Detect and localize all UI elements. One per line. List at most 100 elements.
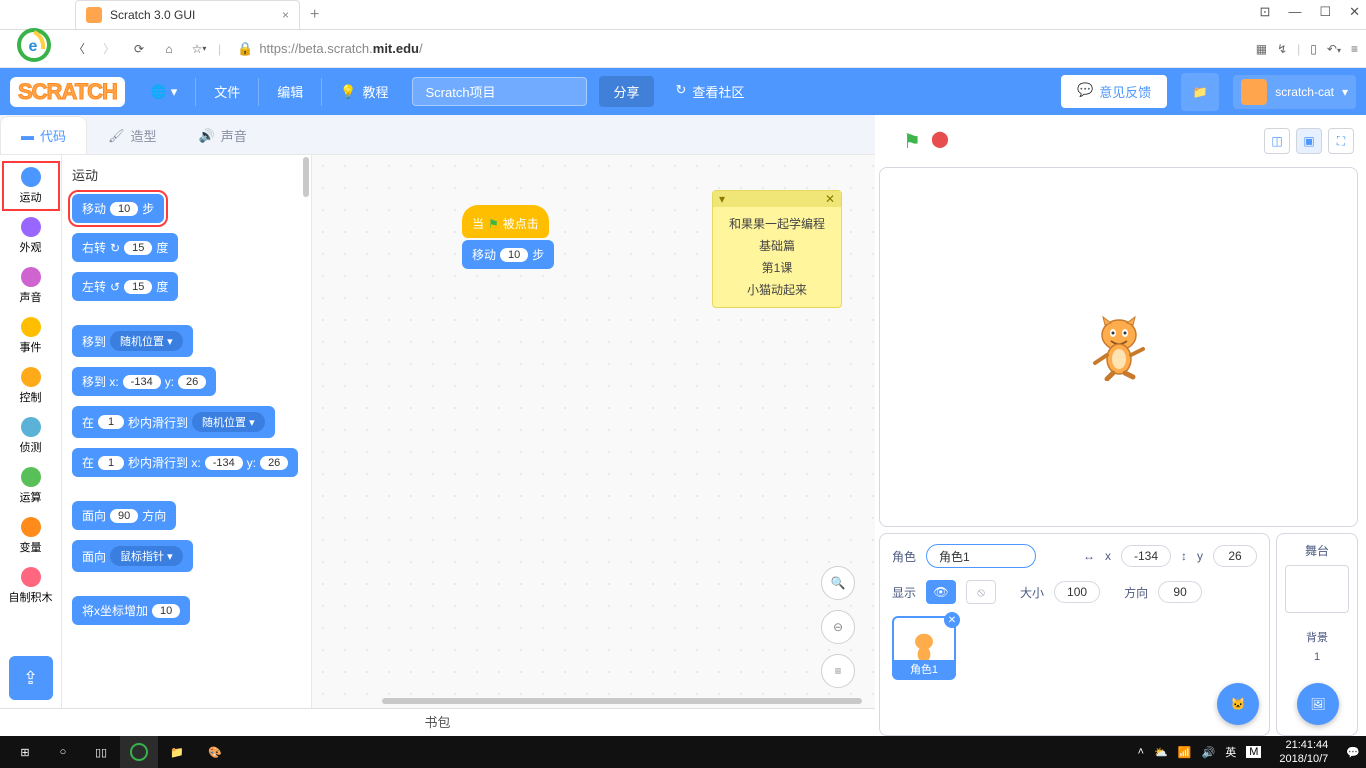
sprite-y-value[interactable]: 26	[1213, 545, 1257, 567]
sprite-direction-value[interactable]: 90	[1158, 581, 1202, 603]
browser-settings-icon[interactable]: ⊡	[1260, 4, 1271, 20]
block-change-x[interactable]: 将x坐标增加10	[72, 596, 190, 625]
tab-costumes[interactable]: 🖌造型	[87, 116, 178, 154]
qr-icon[interactable]: ▦	[1256, 42, 1267, 56]
reload-button[interactable]: ⟳	[128, 38, 150, 60]
backpack-toggle[interactable]: 书包	[0, 708, 875, 736]
forward-button[interactable]: 〉	[98, 38, 120, 60]
undo-icon[interactable]: ↶▾	[1327, 42, 1341, 56]
show-button[interactable]: 👁	[926, 580, 956, 604]
category-motion[interactable]: 运动	[2, 161, 60, 211]
browser-tab[interactable]: Scratch 3.0 GUI ×	[75, 0, 300, 29]
tray-ime-lang[interactable]: 英	[1225, 744, 1236, 760]
new-tab-button[interactable]: +	[310, 6, 319, 24]
category-events[interactable]: 事件	[2, 311, 60, 361]
tray-cloud-icon[interactable]: ⛅	[1154, 746, 1168, 759]
sprite-x-value[interactable]: -134	[1121, 545, 1171, 567]
block-goto-xy[interactable]: 移到 x:-134y:26	[72, 367, 216, 396]
category-sensing[interactable]: 侦测	[2, 411, 60, 461]
hamburger-icon[interactable]: ≡	[1351, 42, 1358, 56]
cortana-button[interactable]: ○	[44, 736, 82, 768]
tray-wifi-icon[interactable]: 📶	[1178, 746, 1192, 759]
tab-code[interactable]: ▬代码	[0, 116, 87, 154]
tab-sounds[interactable]: 🔊声音	[178, 116, 268, 154]
zoom-in-button[interactable]: 🔍	[821, 566, 855, 600]
scratch-logo[interactable]: SCRATCH	[10, 77, 125, 107]
hide-button[interactable]: ⦸	[966, 580, 996, 604]
add-backdrop-button[interactable]: 🖼	[1297, 683, 1339, 725]
tray-chevron-icon[interactable]: ˄	[1138, 746, 1144, 758]
workspace[interactable]: 当⚑被点击 移动10步 ▾✕ 和果果一起学编程 基础篇 第1课 小猫动起来 🔍 …	[312, 155, 875, 708]
stop-button[interactable]: ⬤	[931, 129, 949, 154]
green-flag-button[interactable]: ⚑	[903, 129, 921, 154]
language-menu[interactable]: 🌐 ▾	[137, 78, 191, 106]
block-point-direction[interactable]: 面向90方向	[72, 501, 176, 530]
block-palette[interactable]: 运动 移动10步 右转↻15度 左转↺15度 移到随机位置 ▾ 移到 x:-13…	[62, 155, 312, 708]
sprite-size-value[interactable]: 100	[1054, 581, 1100, 603]
stage-size-small[interactable]: ◫	[1264, 128, 1290, 154]
taskview-button[interactable]: ▯▯	[82, 736, 120, 768]
mystuff-button[interactable]: 📁	[1181, 73, 1219, 111]
stage-fullscreen[interactable]: ⛶	[1328, 128, 1354, 154]
comment-collapse-icon[interactable]: ▾	[719, 192, 725, 206]
block-move-steps[interactable]: 移动10步	[72, 194, 164, 223]
workspace-scrollbar-h[interactable]	[382, 698, 862, 704]
taskbar-browser[interactable]	[120, 736, 158, 768]
address-bar[interactable]: 🔒 https://beta.scratch.mit.edu/	[229, 41, 1248, 57]
sprite-tile[interactable]: ✕ 角色1	[892, 616, 956, 680]
block-point-towards[interactable]: 面向鼠标指针 ▾	[72, 540, 193, 572]
block-glide-to[interactable]: 在1秒内滑行到随机位置 ▾	[72, 406, 275, 438]
scratch-cat-sprite[interactable]	[1089, 313, 1149, 381]
add-sprite-button[interactable]: 🐱	[1217, 683, 1259, 725]
file-menu[interactable]: 文件	[200, 76, 254, 107]
stage-thumbnail[interactable]	[1285, 565, 1349, 613]
category-looks[interactable]: 外观	[2, 211, 60, 261]
share-button[interactable]: 分享	[599, 76, 653, 107]
reader-icon[interactable]: ▯	[1310, 42, 1317, 56]
taskbar-explorer[interactable]: 📁	[158, 736, 196, 768]
window-close-icon[interactable]: ✕	[1349, 4, 1360, 20]
svg-text:e: e	[29, 38, 38, 55]
back-button[interactable]: 〈	[68, 38, 90, 60]
stage-size-large[interactable]: ▣	[1296, 128, 1322, 154]
add-extension-button[interactable]: ⇪	[9, 656, 53, 700]
sprite-delete-icon[interactable]: ✕	[944, 612, 960, 628]
account-menu[interactable]: scratch-cat ▾	[1233, 75, 1356, 109]
tray-notifications-icon[interactable]: 💬	[1346, 746, 1360, 759]
speech-icon: 💬	[1077, 82, 1093, 101]
tab-close-icon[interactable]: ×	[282, 8, 289, 22]
taskbar-paint[interactable]: 🎨	[196, 736, 234, 768]
window-maximize-icon[interactable]: ☐	[1319, 4, 1331, 20]
ws-block-move[interactable]: 移动10步	[462, 240, 554, 269]
start-button[interactable]: ⊞	[6, 736, 44, 768]
category-myblocks[interactable]: 自制积木	[2, 561, 60, 611]
see-community-link[interactable]: ↻查看社区	[676, 82, 745, 101]
feedback-button[interactable]: 💬意见反馈	[1061, 75, 1167, 108]
star-button[interactable]: ☆▾	[188, 38, 210, 60]
category-operators[interactable]: 运算	[2, 461, 60, 511]
block-turn-right[interactable]: 右转↻15度	[72, 233, 178, 262]
block-goto-random[interactable]: 移到随机位置 ▾	[72, 325, 193, 357]
edit-menu[interactable]: 编辑	[263, 76, 317, 107]
zoom-out-button[interactable]: ⊖	[821, 610, 855, 644]
sprite-name-input[interactable]	[926, 544, 1036, 568]
project-name-input[interactable]	[412, 77, 587, 106]
palette-scrollbar[interactable]	[303, 157, 309, 197]
comment-close-icon[interactable]: ✕	[825, 192, 835, 206]
block-glide-xy[interactable]: 在1秒内滑行到 x:-134y:26	[72, 448, 298, 477]
tray-ime-mode[interactable]: M	[1246, 746, 1261, 758]
block-turn-left[interactable]: 左转↺15度	[72, 272, 178, 301]
tray-clock[interactable]: 21:41:44 2018/10/7	[1271, 738, 1336, 766]
category-sound[interactable]: 声音	[2, 261, 60, 311]
window-minimize-icon[interactable]: —	[1288, 4, 1301, 20]
tray-volume-icon[interactable]: 🔊	[1201, 746, 1215, 759]
home-button[interactable]: ⌂	[158, 38, 180, 60]
category-variables[interactable]: 变量	[2, 511, 60, 561]
stage[interactable]	[879, 167, 1358, 527]
tutorials-menu[interactable]: 💡教程	[326, 76, 402, 107]
zoom-reset-button[interactable]: ≡	[821, 654, 855, 688]
category-control[interactable]: 控制	[2, 361, 60, 411]
ws-block-when-flag[interactable]: 当⚑被点击	[462, 205, 549, 238]
plug-icon[interactable]: ↯	[1277, 42, 1287, 56]
workspace-comment[interactable]: ▾✕ 和果果一起学编程 基础篇 第1课 小猫动起来	[712, 190, 842, 308]
